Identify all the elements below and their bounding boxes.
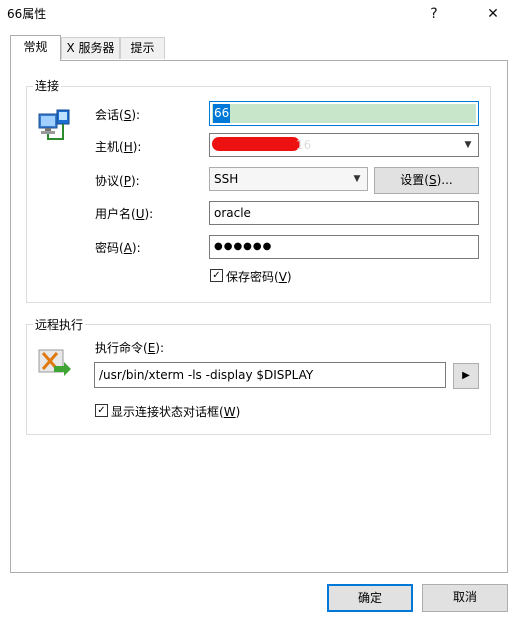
username-input[interactable]: oracle bbox=[209, 201, 479, 225]
close-button[interactable]: ✕ bbox=[480, 3, 506, 25]
show-status-checkbox[interactable]: ✓ bbox=[95, 404, 108, 417]
connection-group-label: 连接 bbox=[33, 77, 62, 94]
tab-general[interactable]: 常规 bbox=[10, 35, 61, 61]
host-value: 16 bbox=[296, 138, 312, 152]
protocol-value: SSH bbox=[214, 172, 239, 186]
command-label: 执行命令(E): bbox=[95, 341, 165, 355]
x-terminal-icon bbox=[38, 348, 72, 378]
username-label: 用户名(U): bbox=[95, 207, 154, 221]
play-icon: ▶ bbox=[462, 370, 470, 381]
save-password-label: 保存密码(V) bbox=[226, 270, 292, 284]
session-input[interactable]: 66 bbox=[209, 101, 479, 126]
ok-button[interactable]: 确定 bbox=[327, 584, 413, 612]
password-input[interactable]: ●●●●●● bbox=[209, 235, 479, 259]
password-label: 密码(A): bbox=[95, 241, 141, 255]
host-combobox[interactable]: 16 ▼ bbox=[209, 133, 479, 157]
window-title: 66属性 bbox=[7, 7, 47, 21]
protocol-label: 协议(P): bbox=[95, 174, 140, 188]
session-value: 66 bbox=[213, 104, 231, 123]
title-bar: 66属性 ? ✕ bbox=[0, 0, 518, 28]
tab-tips[interactable]: 提示 bbox=[120, 37, 165, 59]
chevron-down-icon[interactable]: ▼ bbox=[349, 169, 365, 189]
settings-button[interactable]: 设置(S)... bbox=[374, 167, 479, 194]
chevron-down-icon[interactable]: ▼ bbox=[460, 135, 476, 155]
remote-exec-group-label: 远程执行 bbox=[33, 316, 86, 333]
network-computer-icon bbox=[37, 108, 71, 142]
protocol-select[interactable]: SSH ▼ bbox=[209, 167, 368, 191]
help-button[interactable]: ? bbox=[421, 3, 447, 25]
host-redaction bbox=[212, 137, 300, 151]
command-menu-button[interactable]: ▶ bbox=[453, 363, 479, 389]
host-label: 主机(H): bbox=[95, 140, 142, 154]
session-label: 会话(S): bbox=[95, 108, 141, 122]
command-input[interactable]: /usr/bin/xterm -ls -display $DISPLAY bbox=[94, 362, 446, 388]
tab-x-server[interactable]: X 服务器 bbox=[61, 37, 120, 59]
cancel-button[interactable]: 取消 bbox=[422, 584, 508, 612]
show-status-label: 显示连接状态对话框(W) bbox=[111, 405, 241, 419]
save-password-checkbox[interactable]: ✓ bbox=[210, 269, 223, 282]
